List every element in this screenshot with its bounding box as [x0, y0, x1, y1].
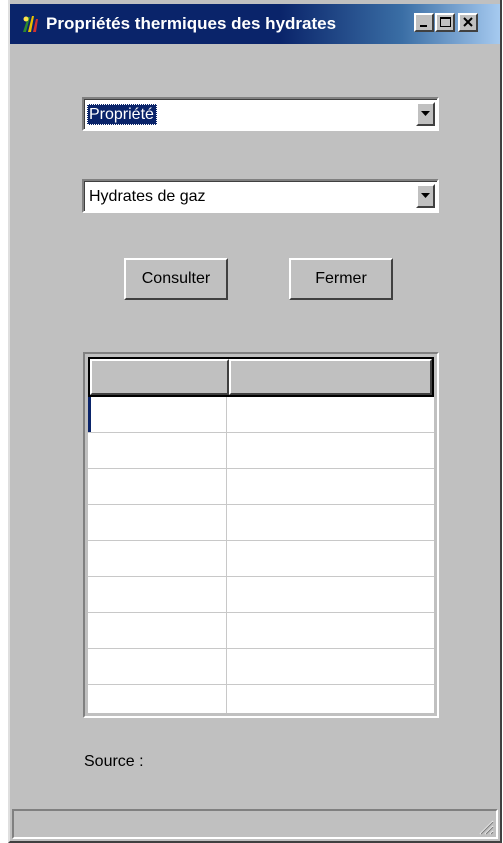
chevron-down-icon: [421, 193, 430, 198]
grid-cell[interactable]: [227, 433, 434, 469]
grid-viewport: [88, 357, 434, 713]
results-grid[interactable]: [83, 352, 439, 718]
maximize-icon: [440, 17, 451, 27]
grid-cell[interactable]: [88, 613, 227, 649]
grid-column-header[interactable]: [229, 359, 432, 395]
grid-cell[interactable]: [88, 541, 227, 577]
grid-header-row: [88, 357, 434, 397]
grid-body: [88, 397, 434, 713]
resize-grip-icon[interactable]: [476, 817, 494, 835]
close-button[interactable]: [458, 13, 478, 32]
grid-cell[interactable]: [227, 397, 434, 433]
maximize-button[interactable]: [435, 13, 455, 32]
property-select[interactable]: Propriété: [82, 97, 439, 131]
grid-row-cursor: [88, 397, 91, 432]
grid-row[interactable]: [88, 577, 434, 613]
app-logo-icon: [23, 16, 38, 32]
category-select-dropdown-button[interactable]: [416, 184, 435, 208]
grid-cell[interactable]: [88, 577, 227, 613]
grid-cell[interactable]: [227, 505, 434, 541]
grid-row[interactable]: [88, 397, 434, 433]
grid-cell[interactable]: [88, 505, 227, 541]
category-select[interactable]: Hydrates de gaz: [82, 179, 439, 213]
status-bar: [12, 809, 498, 839]
category-select-value: Hydrates de gaz: [89, 188, 206, 205]
title-bar[interactable]: Propriétés thermiques des hydrates: [10, 4, 500, 44]
grid-cell[interactable]: [88, 433, 227, 469]
grid-cell[interactable]: [227, 469, 434, 505]
grid-cell[interactable]: [88, 397, 227, 433]
grid-cell[interactable]: [227, 541, 434, 577]
grid-row[interactable]: [88, 649, 434, 685]
source-label: Source :: [84, 753, 144, 770]
grid-cell[interactable]: [227, 649, 434, 685]
close-icon: [463, 17, 473, 27]
consult-button[interactable]: Consulter: [124, 258, 228, 300]
property-select-dropdown-button[interactable]: [416, 102, 435, 126]
grid-row[interactable]: [88, 505, 434, 541]
minimize-icon: [420, 25, 427, 27]
grid-row[interactable]: [88, 433, 434, 469]
grid-cell[interactable]: [88, 685, 227, 713]
close-form-button[interactable]: Fermer: [289, 258, 393, 300]
property-select-value: Propriété: [87, 104, 157, 125]
app-window: Propriétés thermiques des hydrates Propr…: [8, 0, 502, 843]
grid-row[interactable]: [88, 541, 434, 577]
grid-cell[interactable]: [88, 469, 227, 505]
grid-cell[interactable]: [227, 613, 434, 649]
minimize-button[interactable]: [414, 13, 434, 32]
grid-column-header[interactable]: [90, 359, 229, 395]
grid-cell[interactable]: [227, 577, 434, 613]
grid-cell[interactable]: [227, 685, 434, 713]
window-title: Propriétés thermiques des hydrates: [46, 14, 337, 33]
grid-row[interactable]: [88, 685, 434, 713]
grid-row[interactable]: [88, 613, 434, 649]
grid-cell[interactable]: [88, 649, 227, 685]
chevron-down-icon: [421, 111, 430, 116]
grid-row[interactable]: [88, 469, 434, 505]
